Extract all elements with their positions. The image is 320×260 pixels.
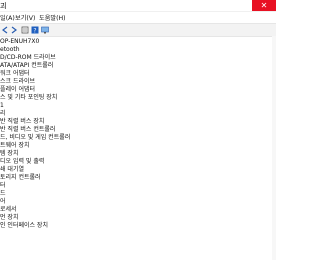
tree-item[interactable]: 드, 비디오 및 게임 컨트롤러	[0, 134, 70, 142]
tree-item[interactable]: ATA/ATAPI 컨트롤러	[0, 62, 53, 70]
tree-item[interactable]: 먼 장치	[0, 214, 18, 222]
tree-item[interactable]: 쇄 대기열	[0, 166, 24, 174]
vertical-scrollbar[interactable]	[272, 36, 276, 260]
menu-action[interactable]: 일(A)	[0, 13, 15, 22]
svg-text:?: ?	[33, 28, 36, 35]
tree-item[interactable]: 스크 드라이브	[0, 78, 35, 86]
tree-item[interactable]: 리	[0, 110, 6, 118]
menu-view[interactable]: 보기(V)	[15, 13, 35, 22]
properties-icon[interactable]	[21, 26, 29, 34]
tree-item[interactable]: D/CD-ROM 드라이브	[0, 54, 56, 62]
back-icon[interactable]	[1, 26, 9, 34]
tree-item[interactable]: etooth	[0, 46, 20, 54]
tree-item[interactable]: 토리지 컨트롤러	[0, 174, 41, 182]
tree-item[interactable]: 인 인터페이스 장치	[0, 222, 48, 230]
tree-item[interactable]: 트웨어 장치	[0, 142, 30, 150]
tree-item[interactable]: 반 직렬 버스 장치	[0, 118, 44, 126]
tree-item[interactable]: 1	[0, 102, 4, 110]
close-button[interactable]: ✕	[252, 0, 276, 11]
tree-item-computer[interactable]: OP-ENUH7X0	[0, 38, 39, 46]
tree-item[interactable]: 워크 어댑터	[0, 70, 30, 78]
tree-item[interactable]: 터	[0, 182, 6, 190]
tree-item[interactable]: 로세서	[0, 206, 17, 214]
tree-item[interactable]: 플레이 어댑터	[0, 86, 35, 94]
monitor-icon[interactable]	[41, 26, 49, 34]
title-bar: 괴 ✕	[0, 0, 276, 12]
help-icon[interactable]: ?	[31, 26, 39, 34]
forward-icon[interactable]	[10, 26, 18, 34]
toolbar: ?	[0, 23, 276, 37]
menu-help[interactable]: 도움말(H)	[39, 13, 66, 22]
tree-item[interactable]: 스 및 기타 포인팅 장치	[0, 94, 57, 102]
device-tree: OP-ENUH7X0 etooth D/CD-ROM 드라이브 ATA/ATAP…	[0, 38, 276, 260]
tree-item[interactable]: 템 장치	[0, 150, 18, 158]
window-title: 괴	[0, 2, 7, 10]
menu-bar: 일(A) 보기(V) 도움말(H)	[0, 12, 276, 22]
tree-item[interactable]: 어	[0, 198, 6, 206]
tree-item[interactable]: 반 직렬 버스 컨트롤러	[0, 126, 55, 134]
tree-item[interactable]: 디오 입력 및 출력	[0, 158, 44, 166]
tree-item[interactable]: 드	[0, 190, 6, 198]
